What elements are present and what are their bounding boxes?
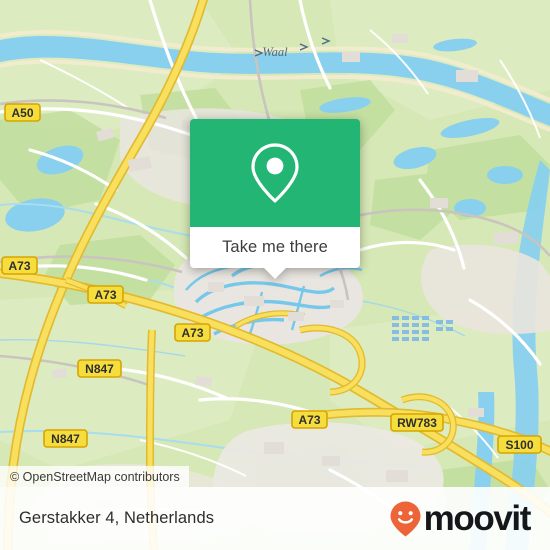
svg-text:A73: A73	[298, 413, 320, 427]
map-pin-icon	[251, 143, 299, 203]
place-title: Gerstakker 4, Netherlands	[19, 509, 215, 527]
popup-action-bar[interactable]: Take me there	[190, 227, 360, 279]
svg-text:RW783: RW783	[397, 416, 437, 430]
moovit-logo[interactable]: moovit	[389, 499, 532, 538]
popup-pin-panel	[190, 119, 360, 227]
road-shield-a73-mid: A73	[87, 285, 124, 304]
road-shield-a50: A50	[4, 103, 41, 122]
popup-tail	[264, 268, 286, 279]
road-shield-a73-south: A73	[291, 410, 328, 429]
moovit-wordmark: moovit	[423, 499, 532, 538]
road-shield-a73-centre: A73	[174, 323, 211, 342]
svg-text:Waal: Waal	[262, 45, 288, 59]
road-shield-s100: S100	[497, 435, 542, 454]
svg-text:S100: S100	[505, 438, 533, 452]
road-shield-n847-north: N847	[77, 359, 122, 378]
road-shield-n847-south: N847	[43, 429, 88, 448]
svg-text:A73: A73	[181, 326, 203, 340]
road-shield-rw783: RW783	[390, 413, 444, 432]
moovit-pin-smiley-icon	[390, 501, 421, 536]
attribution-text: © OpenStreetMap contributors	[10, 469, 180, 484]
svg-text:A73: A73	[8, 259, 30, 273]
svg-text:N847: N847	[85, 362, 114, 376]
road-shield-a73-west: A73	[1, 256, 38, 275]
svg-text:A73: A73	[94, 288, 116, 302]
take-me-there-label: Take me there	[222, 238, 328, 256]
svg-text:N847: N847	[51, 432, 80, 446]
location-popup[interactable]: Take me there	[190, 119, 360, 279]
footer-bar: Gerstakker 4, Netherlands moovit	[0, 487, 550, 550]
map-attribution[interactable]: © OpenStreetMap contributors	[0, 466, 189, 487]
moovit-map-screen: Waal A50 A73 A73 A73 N847 N847 A73 RW783…	[0, 0, 550, 550]
svg-text:A50: A50	[11, 106, 33, 120]
